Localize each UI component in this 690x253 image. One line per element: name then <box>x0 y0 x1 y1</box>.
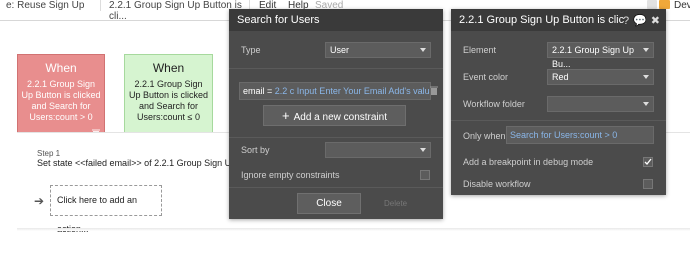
panel-header-icons: ? 💬 ✖ <box>619 14 660 27</box>
event-title: When <box>152 61 185 75</box>
alert-icon[interactable] <box>659 0 670 9</box>
ignore-empty-label: Ignore empty constraints <box>241 170 340 180</box>
divider <box>229 137 443 138</box>
type-value: User <box>330 45 350 55</box>
step-label: Step 1 <box>37 149 61 158</box>
add-constraint-label: Add a new constraint <box>293 112 387 123</box>
step-text-prefix: Set state <box>37 158 76 168</box>
divider <box>451 120 666 121</box>
constraint-row[interactable]: email = 2.2 c Input Enter Your Email Add… <box>239 82 431 100</box>
breakpoint-label: Add a breakpoint in debug mode <box>463 157 594 167</box>
sort-label: Sort by <box>241 145 270 155</box>
ignore-empty-checkbox[interactable] <box>420 170 430 180</box>
constraint-key: email = <box>243 86 273 96</box>
disable-workflow-checkbox[interactable] <box>643 179 653 189</box>
arrow-right-icon: ➔ <box>34 194 45 208</box>
help-icon[interactable]: ? <box>623 15 629 27</box>
notification-icon[interactable] <box>647 0 657 9</box>
comment-icon[interactable]: 💬 <box>633 15 647 27</box>
workflow-folder-label: Workflow folder <box>463 99 525 109</box>
delete-button[interactable]: Delete <box>384 199 407 208</box>
event-color-dropdown[interactable]: Red <box>547 69 654 85</box>
disable-workflow-label: Disable workflow <box>463 179 531 189</box>
add-action-button[interactable]: Click here to add an action... <box>50 185 162 234</box>
add-constraint-button[interactable]: + Add a new constraint <box>263 105 406 126</box>
only-when-condition[interactable]: Search for Users:count > 0 <box>506 126 654 144</box>
dev-menu[interactable]: Dev <box>674 0 690 11</box>
search-for-users-panel: Search for Users Type User email = 2.2 c… <box>229 9 443 219</box>
step-1-action[interactable]: Set state <<failed email>> of 2.2.1 Grou… <box>37 158 248 168</box>
event-color-value: Red <box>552 72 569 82</box>
divider <box>17 228 690 231</box>
type-dropdown[interactable]: User <box>325 42 431 58</box>
trash-icon[interactable] <box>430 86 438 97</box>
element-label: Element <box>463 45 497 55</box>
breakpoint-checkbox[interactable] <box>643 157 653 167</box>
event-description: 2.2.1 Group Sign Up Button is clicked an… <box>128 79 209 122</box>
sort-dropdown[interactable] <box>325 142 431 158</box>
workflow-folder-dropdown[interactable] <box>547 96 654 112</box>
constraint-value[interactable]: 2.2 c Input Enter Your Email Add's value <box>275 86 430 96</box>
event-properties-panel: 2.2.1 Group Sign Up Button is clic ? 💬 ✖ E… <box>451 9 666 195</box>
only-when-label: Only when <box>463 131 506 141</box>
divider <box>229 68 443 69</box>
element-dropdown[interactable]: 2.2.1 Group Sign Up Bu... <box>547 42 654 69</box>
event-title: When <box>45 61 77 75</box>
type-label: Type <box>241 45 261 55</box>
chevron-down-icon <box>420 48 426 52</box>
close-button[interactable]: Close <box>297 193 361 214</box>
chevron-down-icon <box>420 148 426 152</box>
page-name[interactable]: e: Reuse Sign Up <box>6 0 84 20</box>
event-color-label: Event color <box>463 72 509 82</box>
divider <box>229 187 443 188</box>
close-icon[interactable]: ✖ <box>651 15 660 27</box>
panel-title: Search for Users <box>229 9 443 31</box>
element-value: 2.2.1 Group Sign Up Bu... <box>552 45 635 69</box>
element-selector[interactable]: 2.2.1 Group Sign Up Button is cli... <box>100 0 250 22</box>
chevron-down-icon <box>643 75 649 79</box>
event-description: 2.2.1 Group Sign Up Button is clicked an… <box>21 79 101 122</box>
plus-icon: + <box>282 108 290 123</box>
chevron-down-icon <box>643 48 649 52</box>
step-text-highlight: <<failed email>> <box>75 158 142 168</box>
chevron-down-icon <box>643 102 649 106</box>
